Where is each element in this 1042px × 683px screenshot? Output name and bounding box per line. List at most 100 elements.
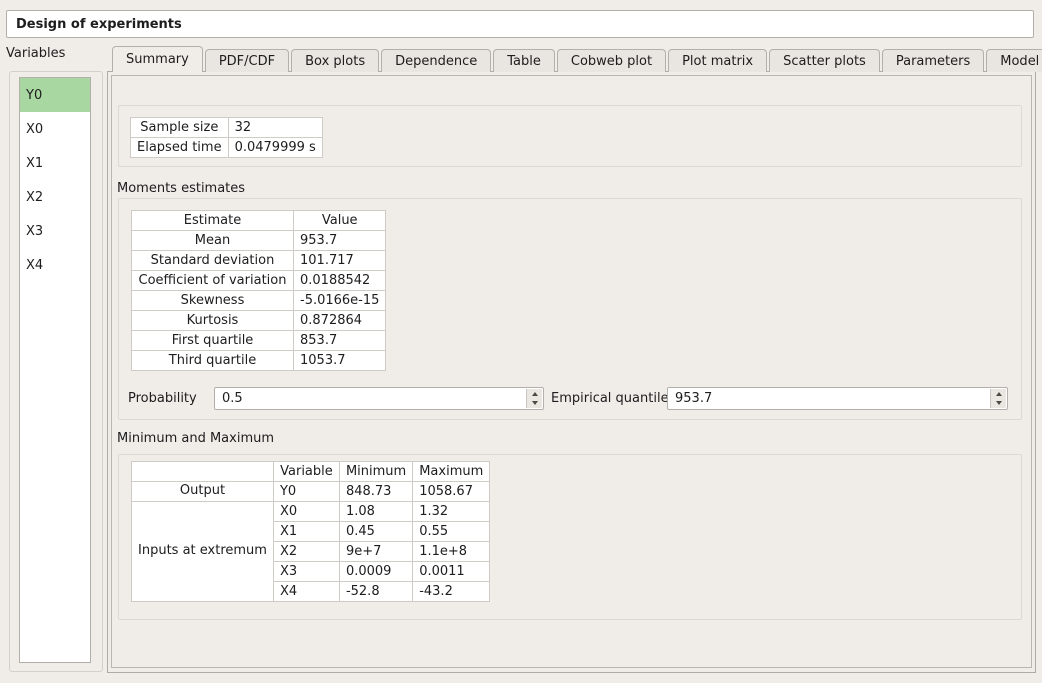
- table-header-row: Variable Minimum Maximum: [132, 462, 490, 482]
- probability-spinner: [526, 389, 542, 408]
- moment-label: Skewness: [132, 291, 294, 311]
- row-group-inputs-at-extremum: Inputs at extremum: [132, 502, 274, 602]
- variable-item-label: X0: [26, 122, 43, 137]
- moment-value[interactable]: 101.717: [294, 251, 386, 271]
- probability-input[interactable]: [215, 388, 525, 409]
- empirical-quantile-spin-down-button[interactable]: [991, 399, 1006, 409]
- tab-table[interactable]: Table: [493, 49, 555, 72]
- table-row: Output Y0 848.73 1058.67: [132, 482, 490, 502]
- variable-item-x1[interactable]: X1: [20, 146, 90, 180]
- table-row: Sample size 32: [131, 118, 323, 138]
- variable-item-y0[interactable]: Y0: [20, 78, 90, 112]
- tab-cobweb-plot[interactable]: Cobweb plot: [557, 49, 666, 72]
- probability-label: Probability: [128, 391, 197, 406]
- minmax-maximum[interactable]: 1.1e+8: [413, 542, 490, 562]
- table-row: Third quartile 1053.7: [132, 351, 386, 371]
- moments-table: Estimate Value Mean 953.7 Standard devia…: [131, 210, 386, 371]
- table-row: Elapsed time 0.0479999 s: [131, 138, 323, 158]
- variables-list: Y0 X0 X1 X2 X3 X4: [19, 77, 91, 663]
- moment-label: Standard deviation: [132, 251, 294, 271]
- table-row: Inputs at extremum X0 1.08 1.32: [132, 502, 490, 522]
- minmax-variable[interactable]: X1: [273, 522, 339, 542]
- doe-title-bar: Design of experiments: [6, 10, 1034, 38]
- empirical-quantile-spinner: [990, 389, 1006, 408]
- moment-value[interactable]: 853.7: [294, 331, 386, 351]
- minmax-variable[interactable]: X4: [273, 582, 339, 602]
- minmax-maximum[interactable]: -43.2: [413, 582, 490, 602]
- moment-value[interactable]: 953.7: [294, 231, 386, 251]
- tab-box-plots[interactable]: Box plots: [291, 49, 379, 72]
- variable-item-label: X1: [26, 156, 43, 171]
- minmax-variable[interactable]: X3: [273, 562, 339, 582]
- variables-panel-label: Variables: [6, 46, 65, 61]
- column-header-value: Value: [294, 211, 386, 231]
- run-info-label: Elapsed time: [131, 138, 229, 158]
- table-header-row: Estimate Value: [132, 211, 386, 231]
- variable-item-x2[interactable]: X2: [20, 180, 90, 214]
- minmax-minimum[interactable]: 9e+7: [339, 542, 412, 562]
- variable-item-x4[interactable]: X4: [20, 248, 90, 282]
- arrow-down-icon: [532, 401, 538, 405]
- moments-section-label: Moments estimates: [117, 181, 245, 196]
- empirical-quantile-label: Empirical quantile: [551, 391, 669, 406]
- moment-value[interactable]: 1053.7: [294, 351, 386, 371]
- moment-label: Third quartile: [132, 351, 294, 371]
- minmax-maximum[interactable]: 1058.67: [413, 482, 490, 502]
- tab-dependence[interactable]: Dependence: [381, 49, 491, 72]
- probability-spin-down-button[interactable]: [527, 399, 542, 409]
- minmax-variable[interactable]: Y0: [273, 482, 339, 502]
- table-row: Skewness -5.0166e-15: [132, 291, 386, 311]
- variable-item-label: X4: [26, 258, 43, 273]
- empirical-quantile-spin-up-button[interactable]: [991, 389, 1006, 399]
- page-title: Design of experiments: [16, 17, 182, 32]
- probability-spinbox: [214, 387, 544, 410]
- run-info-label: Sample size: [131, 118, 229, 138]
- arrow-up-icon: [532, 392, 538, 396]
- moment-label: First quartile: [132, 331, 294, 351]
- run-info-table: Sample size 32 Elapsed time 0.0479999 s: [130, 117, 323, 158]
- minmax-maximum[interactable]: 1.32: [413, 502, 490, 522]
- moment-value[interactable]: 0.872864: [294, 311, 386, 331]
- run-info-value[interactable]: 32: [228, 118, 322, 138]
- minmax-section-label: Minimum and Maximum: [117, 431, 274, 446]
- moment-label: Mean: [132, 231, 294, 251]
- minmax-maximum[interactable]: 0.55: [413, 522, 490, 542]
- table-row: Standard deviation 101.717: [132, 251, 386, 271]
- minmax-minimum[interactable]: 0.45: [339, 522, 412, 542]
- variable-item-label: Y0: [26, 88, 42, 103]
- minmax-minimum[interactable]: 0.0009: [339, 562, 412, 582]
- variable-item-x0[interactable]: X0: [20, 112, 90, 146]
- column-header-empty: [132, 462, 274, 482]
- run-info-value[interactable]: 0.0479999 s: [228, 138, 322, 158]
- moment-value[interactable]: -5.0166e-15: [294, 291, 386, 311]
- tab-scatter-plots[interactable]: Scatter plots: [769, 49, 880, 72]
- minmax-table: Variable Minimum Maximum Output Y0 848.7…: [131, 461, 490, 602]
- tab-model[interactable]: Model: [986, 49, 1042, 72]
- probability-spin-up-button[interactable]: [527, 389, 542, 399]
- tab-pdf-cdf[interactable]: PDF/CDF: [205, 49, 289, 72]
- moment-label: Coefficient of variation: [132, 271, 294, 291]
- table-row: First quartile 853.7: [132, 331, 386, 351]
- column-header-variable: Variable: [273, 462, 339, 482]
- arrow-down-icon: [996, 401, 1002, 405]
- variable-item-label: X2: [26, 190, 43, 205]
- table-row: Kurtosis 0.872864: [132, 311, 386, 331]
- empirical-quantile-input[interactable]: [668, 388, 989, 409]
- moment-label: Kurtosis: [132, 311, 294, 331]
- tab-plot-matrix[interactable]: Plot matrix: [668, 49, 767, 72]
- tab-summary[interactable]: Summary: [112, 46, 203, 72]
- variable-item-x3[interactable]: X3: [20, 214, 90, 248]
- moment-value[interactable]: 0.0188542: [294, 271, 386, 291]
- table-row: Coefficient of variation 0.0188542: [132, 271, 386, 291]
- tab-bar: Summary PDF/CDF Box plots Dependence Tab…: [112, 46, 1042, 72]
- minmax-minimum[interactable]: 1.08: [339, 502, 412, 522]
- tab-parameters[interactable]: Parameters: [882, 49, 984, 72]
- column-header-maximum: Maximum: [413, 462, 490, 482]
- minmax-variable[interactable]: X2: [273, 542, 339, 562]
- minmax-minimum[interactable]: 848.73: [339, 482, 412, 502]
- minmax-variable[interactable]: X0: [273, 502, 339, 522]
- variable-item-label: X3: [26, 224, 43, 239]
- minmax-maximum[interactable]: 0.0011: [413, 562, 490, 582]
- minmax-minimum[interactable]: -52.8: [339, 582, 412, 602]
- row-group-output: Output: [132, 482, 274, 502]
